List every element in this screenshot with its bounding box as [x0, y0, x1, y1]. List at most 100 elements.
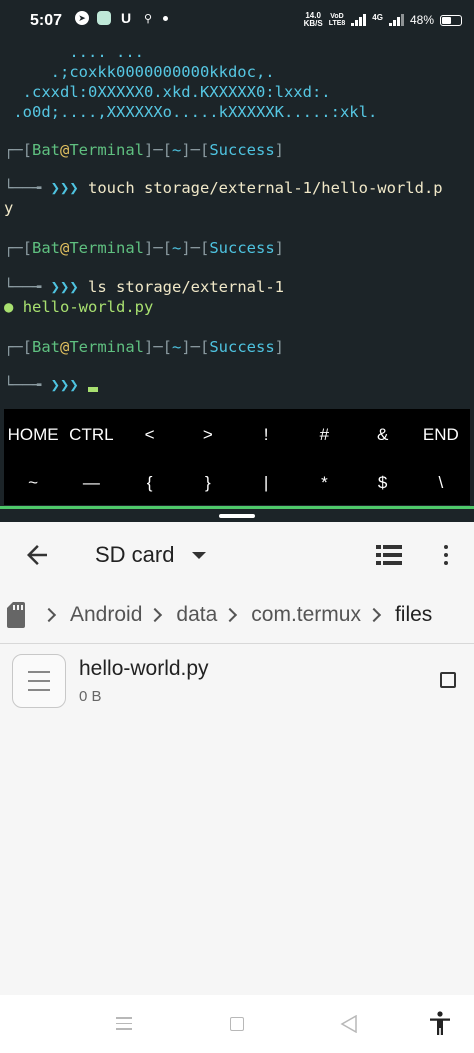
prompt-arrows: ❯❯❯ — [50, 179, 79, 197]
key-ampersand[interactable]: & — [354, 411, 412, 459]
sd-card-icon[interactable] — [7, 602, 25, 628]
command-output: ● hello-world.py — [4, 297, 153, 317]
extra-keys-bar: HOME CTRL < > ! # & END ~ — { } | * $ \ — [4, 409, 470, 505]
cursor — [88, 387, 99, 392]
key-hash[interactable]: # — [295, 411, 353, 459]
ascii-art-line: .o0d;....,XXXXXXo.....kXXXXXK.....:xkl. — [4, 103, 378, 121]
back-triangle-icon[interactable] — [340, 1015, 358, 1033]
command-line: └──╼ ❯❯❯ ls storage/external-1 — [4, 278, 284, 296]
prompt-status: Success — [209, 338, 275, 356]
network-type: 4G — [372, 12, 383, 22]
volte-bottom: LTE8 — [328, 20, 346, 27]
chevron-right-icon — [41, 607, 57, 623]
breadcrumb-android[interactable]: Android — [70, 603, 142, 627]
prompt-header: ┌─[Bat@Terminal]─[~]─[Success] — [4, 141, 285, 159]
command-text: touch storage/external-1/hello-world.p — [88, 179, 443, 197]
network-speed: 14.0 KB/S — [304, 12, 323, 28]
volte-top: VoD — [330, 13, 344, 20]
key-left-brace[interactable]: { — [121, 459, 179, 507]
recent-apps-icon[interactable] — [116, 1017, 132, 1034]
status-time: 5:07 — [30, 12, 63, 29]
app-bar: SD card — [0, 522, 474, 588]
file-name: hello-world.py — [79, 657, 209, 680]
battery-percent: 48% — [409, 13, 434, 27]
split-screen-divider[interactable] — [0, 506, 474, 522]
battery-icon — [440, 14, 462, 26]
key-tilde[interactable]: ~ — [4, 459, 62, 507]
prompt-at: @ — [60, 141, 70, 159]
output-text: hello-world.py — [22, 298, 154, 316]
prompt-user: Bat — [32, 141, 60, 159]
breadcrumb: Android data com.termux files — [0, 588, 474, 644]
status-bar: 5:07 ➤ U ⚲ 14.0 KB/S VoD LTE8 4G 48% — [0, 0, 474, 40]
breadcrumb-files[interactable]: files — [395, 603, 432, 627]
breadcrumb-com-termux[interactable]: com.termux — [251, 603, 361, 627]
system-nav-bar — [0, 995, 474, 1053]
breadcrumb-data[interactable]: data — [176, 603, 217, 627]
key-backslash[interactable]: \ — [412, 459, 470, 507]
prompt-host: Terminal — [69, 239, 144, 257]
chevron-right-icon — [366, 607, 382, 623]
volte-indicator: VoD LTE8 — [329, 13, 346, 27]
prompt-arrows: ❯❯❯ — [50, 376, 79, 394]
prompt-at: @ — [60, 239, 70, 257]
command-wrap: y — [4, 199, 14, 217]
key-ctrl[interactable]: CTRL — [62, 411, 120, 459]
caret-down-icon[interactable] — [192, 552, 206, 559]
key-dash[interactable]: — — [62, 459, 120, 507]
prompt-arrows: ❯❯❯ — [50, 278, 79, 296]
split-handle[interactable] — [219, 514, 255, 518]
arrow-left-icon[interactable] — [22, 540, 52, 570]
prompt-dir: ~ — [172, 141, 182, 159]
key-asterisk[interactable]: * — [295, 459, 353, 507]
command-line: └──╼ ❯❯❯ touch storage/external-1/hello-… — [4, 179, 443, 197]
signal-icon — [351, 14, 367, 26]
prompt-status: Success — [209, 141, 275, 159]
speed-unit: KB/S — [303, 19, 323, 28]
telegram-icon: ➤ — [75, 11, 89, 25]
file-manager: SD card Android data com.termux files he… — [0, 522, 474, 995]
file-select-checkbox[interactable] — [440, 672, 456, 688]
home-icon[interactable] — [230, 1017, 244, 1031]
key-right-brace[interactable]: } — [179, 459, 237, 507]
key-dollar[interactable]: $ — [354, 459, 412, 507]
terminal-output[interactable]: .... ... .;coxkk0000000000kkdoc,. .cxxdl… — [0, 40, 474, 408]
prompt-host: Terminal — [69, 141, 144, 159]
prompt-status: Success — [209, 239, 275, 257]
divider — [0, 643, 474, 644]
key-exclamation[interactable]: ! — [237, 411, 295, 459]
prompt-user: Bat — [32, 239, 60, 257]
key-end[interactable]: END — [412, 411, 470, 459]
prompt-header: ┌─[Bat@Terminal]─[~]─[Success] — [4, 239, 285, 257]
command-text: ls storage/external-1 — [88, 278, 284, 296]
key-pipe[interactable]: | — [237, 459, 295, 507]
key-home[interactable]: HOME — [4, 411, 62, 459]
bullet-icon: ● — [4, 298, 14, 316]
active-command-line[interactable]: └──╼ ❯❯❯ — [4, 375, 99, 395]
more-vert-icon[interactable] — [438, 542, 454, 568]
page-title[interactable]: SD card — [95, 542, 174, 568]
chevron-right-icon — [223, 607, 238, 623]
app-notification-icon — [97, 11, 111, 25]
file-list-item[interactable]: hello-world.py 0 B — [0, 646, 474, 716]
prompt-user: Bat — [32, 338, 60, 356]
ascii-art-line: .... ... — [4, 43, 144, 61]
u-notification-icon: U — [120, 10, 132, 26]
breadcrumb-path: Android data com.termux files — [36, 603, 432, 627]
list-view-icon[interactable] — [376, 544, 402, 566]
prompt-host: Terminal — [69, 338, 144, 356]
extra-keys-row-1: HOME CTRL < > ! # & END — [4, 411, 470, 459]
signal-icon-2 — [388, 14, 404, 26]
accessibility-icon[interactable] — [428, 1011, 452, 1037]
prompt-header: ┌─[Bat@Terminal]─[~]─[Success] — [4, 338, 285, 356]
prompt-dir: ~ — [172, 338, 182, 356]
document-icon — [12, 654, 66, 708]
chevron-right-icon — [148, 607, 163, 623]
file-size: 0 B — [79, 688, 102, 705]
bike-notification-icon: ⚲ — [143, 12, 153, 25]
key-less-than[interactable]: < — [121, 411, 179, 459]
more-notifications-dot-icon — [163, 15, 168, 21]
ascii-art-line: .cxxdl:0XXXXX0.xkd.KXXXXX0:lxxd:. — [4, 83, 331, 101]
key-greater-than[interactable]: > — [179, 411, 237, 459]
extra-keys-row-2: ~ — { } | * $ \ — [4, 459, 470, 507]
